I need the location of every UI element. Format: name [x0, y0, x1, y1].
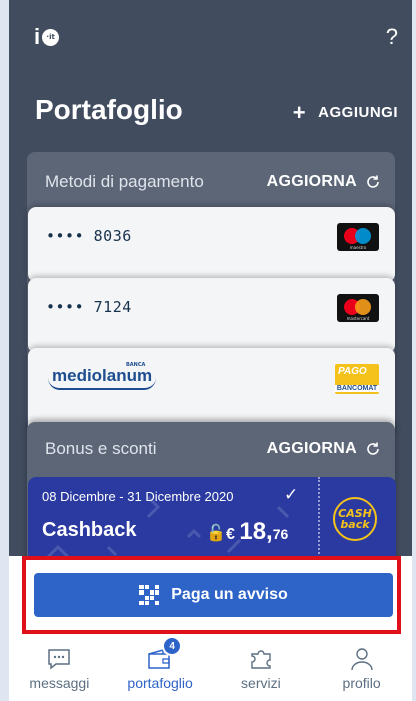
tab-portafoglio[interactable]: 4 portafoglio [110, 636, 211, 701]
qr-code-icon [139, 585, 160, 605]
refresh-label: AGGIORNA [266, 440, 357, 457]
help-button[interactable]: ? [386, 24, 398, 50]
amount-dec: 76 [272, 526, 289, 542]
cashback-name: Cashback [42, 519, 137, 541]
add-button[interactable]: + AGGIUNGI [292, 100, 398, 125]
payment-methods-title: Metodi di pagamento [45, 172, 204, 191]
card-number: •••• 8036 [46, 227, 132, 245]
refresh-label: AGGIORNA [266, 173, 357, 190]
pay-notice-label: Paga un avviso [171, 586, 288, 603]
lock-icon: 🔓 [206, 523, 226, 542]
io-logo-letter: i [34, 24, 41, 49]
tab-label: servizi [241, 675, 281, 691]
cashback-logo: CASH back [333, 497, 377, 541]
tab-label: profilo [342, 675, 381, 691]
bonus-title: Bonus e sconti [45, 439, 157, 458]
notification-badge: 4 [162, 636, 183, 656]
tab-messaggi[interactable]: messaggi [9, 642, 110, 701]
profile-icon [350, 648, 373, 671]
refresh-payment-methods-button[interactable]: AGGIORNA [267, 173, 381, 191]
io-logo: i ·it [34, 26, 70, 48]
maestro-logo: maestro [337, 223, 379, 251]
puzzle-icon [251, 650, 271, 669]
tab-label: portafoglio [127, 675, 193, 691]
app-header: i ·it ? [9, 0, 412, 90]
refresh-bonus-button[interactable]: AGGIORNA [267, 440, 381, 458]
wallet-screen: i ·it ? Portafoglio + AGGIUNGI Metodi di… [9, 0, 412, 701]
mediolanum-logo-small: BANCA [126, 362, 146, 368]
mediolanum-logo: mediolanum [48, 366, 157, 390]
tab-label: messaggi [29, 675, 90, 691]
tab-bar: messaggi 4 portafoglio servizi profilo [9, 636, 412, 701]
mastercard-logo: mastercard [337, 294, 379, 322]
currency: € [226, 526, 235, 543]
check-icon: ✓ [284, 485, 299, 505]
add-label: AGGIUNGI [318, 104, 398, 121]
pagobancomat-logo: PAGO BANCOMAT [335, 364, 379, 394]
plus-icon: + [292, 100, 307, 125]
payment-card-8036[interactable]: •••• 8036 maestro [28, 207, 395, 282]
amount-int: 18, [239, 518, 273, 545]
payment-card-7124[interactable]: •••• 7124 mastercard [28, 278, 395, 353]
tab-servizi[interactable]: servizi [211, 642, 312, 701]
io-logo-badge: ·it [42, 28, 60, 46]
message-icon [48, 649, 71, 670]
cashback-dates: 08 Dicembre - 31 Dicembre 2020 [42, 489, 234, 504]
bottom-bar: Paga un avviso messaggi 4 portafoglio se… [9, 556, 412, 701]
pay-notice-button[interactable]: Paga un avviso [34, 573, 393, 617]
card-number: •••• 7124 [46, 298, 132, 316]
cashback-amount: € 18,76 [226, 518, 288, 546]
page-title: Portafoglio [35, 94, 183, 125]
refresh-icon [367, 442, 379, 455]
tab-profilo[interactable]: profilo [311, 642, 412, 701]
refresh-icon [367, 175, 379, 188]
